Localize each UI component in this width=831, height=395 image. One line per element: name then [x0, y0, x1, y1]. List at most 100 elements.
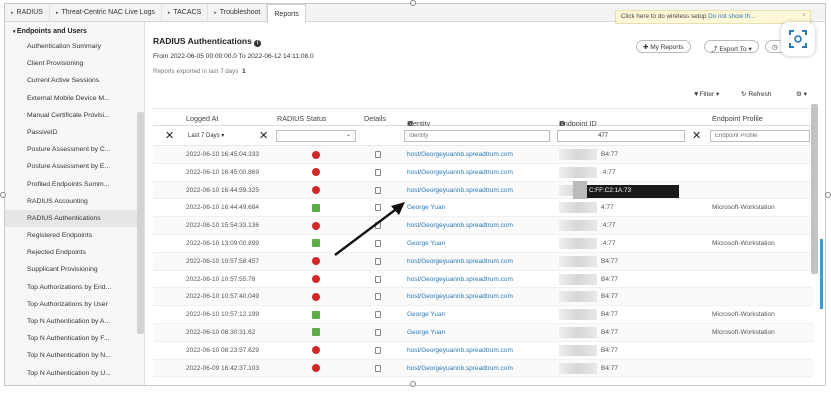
- sidebar-item[interactable]: PassiveID: [5, 124, 144, 141]
- identity-link[interactable]: George Yuan: [407, 329, 445, 336]
- table-row[interactable]: 2022-06-10 08:30:31.62 George Yuan B4:77 Mi…: [153, 323, 813, 342]
- sidebar-item[interactable]: Supplicant Provisioning: [5, 261, 144, 278]
- identity-link[interactable]: host/Georgeyuannb.spreadtrum.com: [407, 276, 513, 283]
- sidebar-item[interactable]: Client Provisioning: [5, 55, 144, 72]
- sidebar-item[interactable]: Posture Assessment by E...: [5, 158, 144, 175]
- details-icon[interactable]: [375, 364, 381, 372]
- sidebar-item[interactable]: Top N Authentication by N...: [5, 347, 144, 364]
- endpoint-filter-input[interactable]: 477: [557, 130, 685, 142]
- details-icon[interactable]: [375, 186, 381, 194]
- table-row[interactable]: 2022-06-10 08:23:57.629 host/Georgeyuannb…: [153, 342, 813, 360]
- close-icon[interactable]: ×: [802, 12, 806, 19]
- sidebar-item[interactable]: Profiled Endpoints Summ...: [5, 176, 144, 193]
- details-icon[interactable]: [375, 275, 381, 283]
- clear-filters-icon[interactable]: ✕: [165, 129, 174, 142]
- profile-filter-input[interactable]: [710, 130, 810, 142]
- sidebar-item[interactable]: Current Active Sessions: [5, 72, 144, 89]
- col-logged-at[interactable]: Logged At: [186, 114, 218, 123]
- identity-link[interactable]: host/Georgeyuannb.spreadtrum.com: [407, 187, 513, 194]
- endpoint-id-cell[interactable]: B4:77: [601, 365, 618, 372]
- table-row[interactable]: 2022-06-09 16:42:37.103 host/Georgeyuannb…: [153, 359, 813, 378]
- sidebar-item[interactable]: Manual Certificate Provisi...: [5, 107, 144, 124]
- identity-link[interactable]: host/Georgeyuannb.spreadtrum.com: [407, 293, 513, 300]
- sidebar-item[interactable]: External Mobile Device M...: [5, 90, 144, 107]
- resize-handle[interactable]: [410, 0, 416, 6]
- status-filter[interactable]: ⌄: [276, 130, 356, 142]
- exported-summary: Reports exported in last 7 days 1: [153, 68, 246, 75]
- tab-4[interactable]: Reports: [267, 4, 306, 23]
- table-row[interactable]: 2022-06-10 16:44:49.684 George Yuan 4:77 Mi…: [153, 199, 813, 218]
- identity-filter-input[interactable]: [404, 130, 550, 142]
- settings-button[interactable]: ⚙ ▾: [796, 90, 807, 98]
- tab-3[interactable]: ▸ Troubleshoot: [208, 4, 268, 21]
- endpoint-id-cell[interactable]: B4:77: [601, 293, 618, 300]
- sidebar-item[interactable]: Registered Endpoints: [5, 227, 144, 244]
- col-radius-status[interactable]: RADIUS Status: [277, 114, 327, 123]
- details-icon[interactable]: [375, 311, 381, 319]
- endpoint-id-cell[interactable]: B4:77: [601, 276, 618, 283]
- identity-link[interactable]: host/Georgeyuannb.spreadtrum.com: [407, 258, 513, 265]
- sidebar-item[interactable]: Top N Authentication by U...: [5, 365, 144, 382]
- endpoint-id-cell[interactable]: B4:77: [601, 311, 618, 318]
- sidebar-item[interactable]: RADIUS Accounting: [5, 193, 144, 210]
- endpoint-id-cell[interactable]: B4:77: [601, 329, 618, 336]
- resize-handle[interactable]: [410, 381, 416, 387]
- tab-2[interactable]: ▸ TACACS: [162, 4, 209, 21]
- endpoint-id-cell[interactable]: B4:77: [601, 151, 618, 158]
- table-row[interactable]: 2022-06-10 10:57:55.78 host/Georgeyuannb.…: [153, 271, 813, 289]
- details-icon[interactable]: [375, 293, 381, 301]
- identity-link[interactable]: host/Georgeyuannb.spreadtrum.com: [407, 151, 513, 158]
- identity-link[interactable]: host/Georgeyuannb.spreadtrum.com: [407, 222, 513, 229]
- details-icon[interactable]: [375, 346, 381, 354]
- details-icon[interactable]: [375, 328, 381, 336]
- identity-link[interactable]: George Yuan: [407, 311, 445, 318]
- export-to-button[interactable]: ⤴ Export To ▾: [704, 40, 759, 53]
- endpoint-id-cell[interactable]: :4:77: [601, 222, 615, 229]
- refresh-button[interactable]: ↻ Refresh: [741, 90, 771, 98]
- table-row[interactable]: 2022-06-10 16:45:04.333 host/Georgeyuannb…: [153, 146, 813, 164]
- resize-handle[interactable]: [0, 192, 6, 198]
- scan-text-icon[interactable]: [781, 22, 815, 56]
- identity-link[interactable]: host/Georgeyuannb.spreadtrum.com: [407, 365, 513, 372]
- table-row[interactable]: 2022-06-10 10:57:58.457 host/Georgeyuannb…: [153, 252, 813, 271]
- filter-button[interactable]: ▼Filter ▾: [693, 90, 719, 98]
- sidebar-item[interactable]: RADIUS Authentications: [5, 209, 144, 228]
- table-row[interactable]: 2022-06-10 15:54:33.136 host/Georgeyuannb…: [153, 217, 813, 235]
- resize-handle[interactable]: [825, 192, 831, 198]
- clear-date-icon[interactable]: ✕: [259, 129, 268, 142]
- sidebar-item[interactable]: Rejected Endpoints: [5, 244, 144, 261]
- col-details[interactable]: Details: [364, 114, 386, 123]
- logged-at-filter[interactable]: Last 7 Days ▾: [184, 130, 258, 142]
- endpoint-id-cell[interactable]: :4:77: [601, 240, 615, 247]
- table-row[interactable]: 2022-06-10 16:44:59.325 host/Georgeyuannb…: [153, 181, 813, 200]
- sidebar-item[interactable]: Top N Authentication by A...: [5, 313, 144, 330]
- table-row[interactable]: 2022-06-10 10:57:40.049 host/Georgeyuannb…: [153, 288, 813, 307]
- details-icon[interactable]: [375, 257, 381, 265]
- table-row[interactable]: 2022-06-10 16:45:00.869 host/Georgeyuannb…: [153, 164, 813, 182]
- table-row[interactable]: 2022-06-10 13:09:00.899 George Yuan:4:77 M…: [153, 235, 813, 253]
- identity-link[interactable]: host/Georgeyuannb.spreadtrum.com: [407, 169, 513, 176]
- endpoint-id-cell[interactable]: B4:77: [601, 347, 618, 354]
- sidebar-item[interactable]: Top Authorizations by End...: [5, 279, 144, 296]
- my-reports-button[interactable]: ✚ My Reports: [636, 40, 691, 53]
- table-scrollbar[interactable]: [811, 104, 818, 274]
- col-endpoint-profile[interactable]: Endpoint Profile: [712, 114, 763, 123]
- endpoint-id-cell[interactable]: :4:77: [601, 169, 615, 176]
- sidebar-item[interactable]: Authentication Summary: [5, 38, 144, 55]
- sidebar-item[interactable]: Posture Assessment by C...: [5, 141, 144, 158]
- sidebar-scrollbar[interactable]: [137, 112, 144, 334]
- dont-show-link[interactable]: Do not show th...: [708, 13, 755, 20]
- endpoint-id-cell[interactable]: 4:77: [601, 204, 614, 211]
- caret-down-icon: ▾: [746, 46, 752, 53]
- tab-0[interactable]: ▸ RADIUS: [5, 4, 50, 21]
- details-icon[interactable]: [375, 168, 381, 176]
- identity-link[interactable]: host/Georgeyuannb.spreadtrum.com: [407, 347, 513, 354]
- details-icon[interactable]: [375, 151, 381, 158]
- clear-endpoint-icon[interactable]: ✕: [692, 129, 701, 142]
- endpoint-id-cell[interactable]: B4:77: [601, 258, 618, 265]
- table-row[interactable]: 2022-06-10 10:57:12.199 George Yuan B4:77 M…: [153, 306, 813, 324]
- sidebar-section-header[interactable]: ▾ Endpoints and Users: [5, 22, 144, 38]
- tab-1[interactable]: ▸ Threat-Centric NAC Live Logs: [50, 4, 162, 21]
- sidebar-item[interactable]: Top Authorizations by User: [5, 296, 144, 313]
- sidebar-item[interactable]: Top N Authentication by F...: [5, 330, 144, 347]
